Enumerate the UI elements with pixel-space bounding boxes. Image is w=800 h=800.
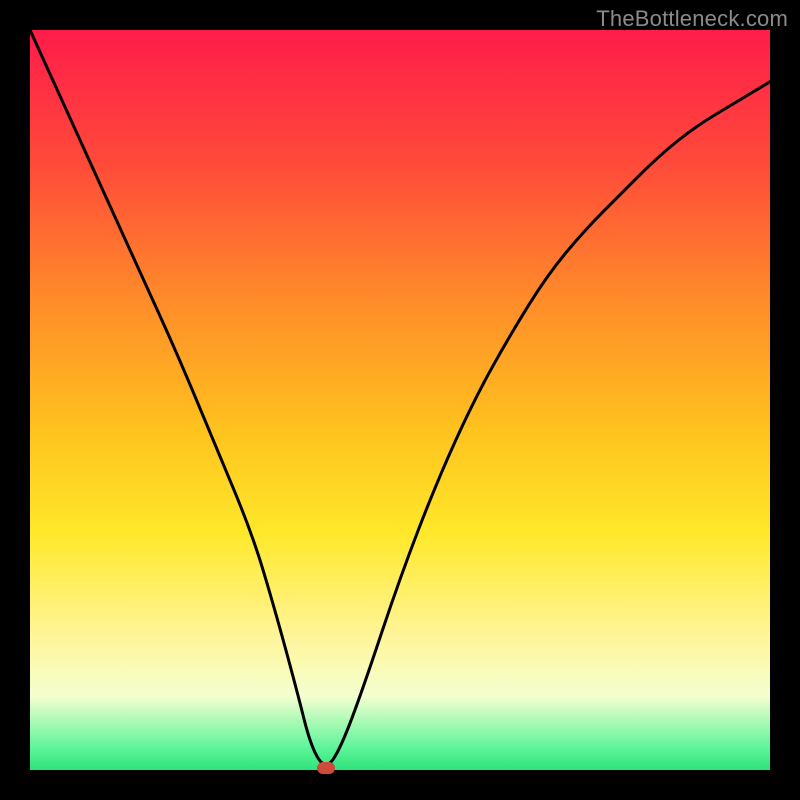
watermark-text: TheBottleneck.com [596, 6, 788, 32]
chart-frame: TheBottleneck.com [0, 0, 800, 800]
bottleneck-curve [30, 30, 770, 764]
curve-svg [30, 30, 770, 770]
min-point-marker [317, 762, 335, 774]
plot-area [30, 30, 770, 770]
